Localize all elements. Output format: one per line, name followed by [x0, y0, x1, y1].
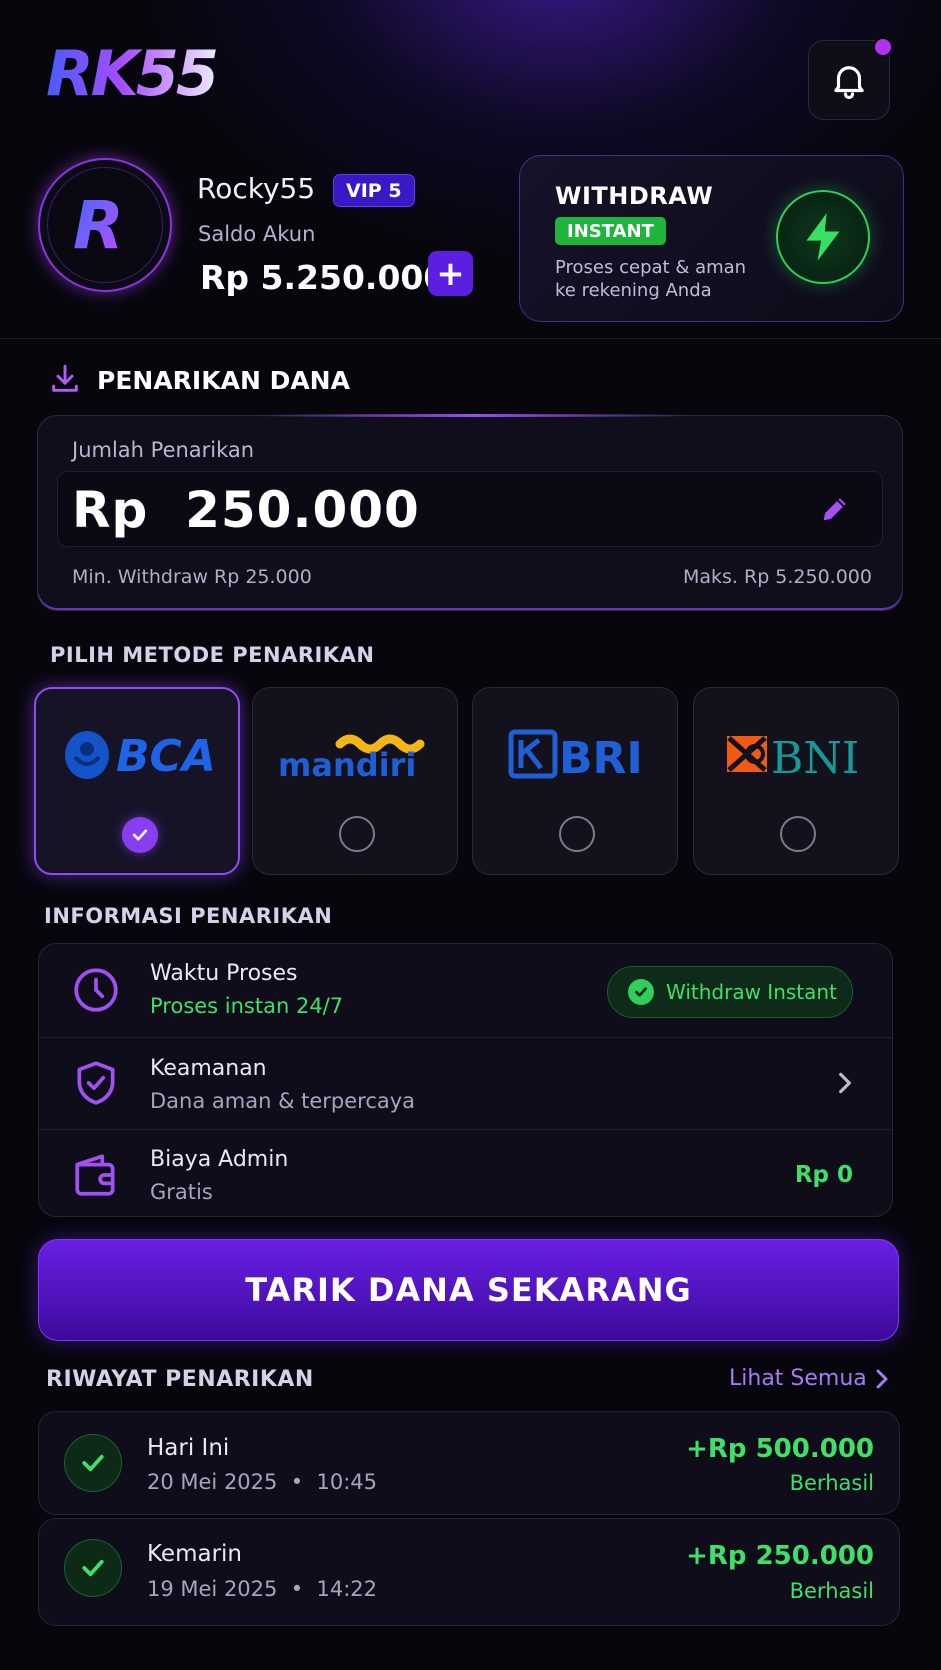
process-time-subtitle: Proses instan 24/7 [150, 994, 344, 1018]
avatar-logo: R [47, 167, 163, 283]
notification-dot [873, 37, 893, 57]
check-circle-icon [628, 979, 654, 1005]
svg-text:BNI: BNI [771, 733, 859, 782]
min-withdraw: Min. Withdraw Rp 25.000 [72, 566, 312, 588]
see-all-link[interactable]: Lihat Semua [729, 1366, 867, 1391]
history-item-status: Berhasil [789, 1579, 874, 1603]
admin-fee-title: Biaya Admin [150, 1147, 289, 1172]
history-item-title: Hari Ini [147, 1435, 230, 1461]
bri-logo: BRI [473, 726, 677, 782]
admin-fee-subtitle: Gratis [150, 1180, 213, 1204]
download-icon [48, 362, 82, 400]
bank-option-mandiri[interactable]: mandiri [252, 687, 458, 875]
bank-option-bni[interactable]: BNI [693, 687, 899, 875]
avatar[interactable]: R [38, 158, 172, 292]
logo-text: RK55 [46, 40, 216, 110]
amount-label: Jumlah Penarikan [72, 438, 255, 462]
history-title: RIWAYAT PENARIKAN [46, 1367, 314, 1392]
chevron-right-icon[interactable] [836, 1070, 854, 1100]
check-icon [64, 1539, 122, 1597]
withdraw-instant-label: Withdraw Instant [666, 980, 837, 1004]
section-title: PENARIKAN DANA [97, 366, 350, 395]
chevron-right-icon[interactable] [874, 1366, 890, 1396]
radio-bni[interactable] [780, 816, 816, 852]
amount-value[interactable]: Rp 250.000 [72, 481, 420, 539]
history-item-date: 19 Mei 2025 • 14:22 [147, 1577, 377, 1601]
security-title[interactable]: Keamanan [150, 1056, 267, 1081]
svg-text:BCA: BCA [116, 731, 212, 782]
instant-badge: INSTANT [555, 217, 666, 245]
balance-label: Saldo Akun [198, 222, 316, 246]
bca-logo: BCA [36, 727, 238, 783]
withdraw-now-button[interactable]: TARIK DANA SEKARANG [38, 1239, 899, 1341]
info-divider [39, 1129, 892, 1130]
header-divider [0, 338, 941, 339]
method-section-title: PILIH METODE PENARIKAN [50, 643, 375, 667]
history-item-amount: +Rp 250.000 [686, 1541, 874, 1571]
edit-icon[interactable] [818, 492, 852, 530]
notification-button[interactable] [808, 37, 893, 120]
bell-icon [834, 66, 864, 100]
bank-option-bri[interactable]: BRI [472, 687, 678, 875]
info-section-title: INFORMASI PENARIKAN [44, 904, 333, 928]
history-item-title: Kemarin [147, 1541, 243, 1567]
rk55-logo: RK55 [42, 37, 282, 110]
mandiri-logo: mandiri [253, 726, 457, 782]
bank-option-bca[interactable]: BCA [34, 687, 240, 875]
add-balance-button[interactable]: + [428, 251, 473, 296]
security-subtitle: Dana aman & terpercaya [150, 1089, 416, 1113]
max-withdraw: Maks. Rp 5.250.000 [682, 566, 872, 588]
withdraw-card-description: Proses cepat & aman ke rekening Anda [555, 257, 747, 301]
radio-selected-bca[interactable] [122, 817, 158, 853]
withdraw-instant-badge: Withdraw Instant [607, 966, 853, 1018]
bni-logo: BNI [694, 726, 898, 782]
history-item-status: Berhasil [789, 1471, 874, 1495]
clock-icon [70, 964, 122, 1016]
info-divider [39, 1037, 892, 1038]
admin-fee-value: Rp 0 [794, 1162, 853, 1188]
username: Rocky55 [197, 172, 316, 205]
withdraw-card-title: WITHDRAW [555, 182, 714, 210]
radio-bri[interactable] [559, 816, 595, 852]
radio-mandiri[interactable] [339, 816, 375, 852]
history-item-date: 20 Mei 2025 • 10:45 [147, 1470, 377, 1494]
wallet-icon [70, 1149, 122, 1201]
svg-text:mandiri: mandiri [278, 746, 416, 782]
balance-value: Rp 5.250.000 [200, 258, 447, 297]
check-icon [64, 1434, 122, 1492]
vip-badge: VIP 5 [333, 174, 415, 207]
history-item[interactable] [38, 1518, 900, 1626]
svg-text:R: R [73, 190, 124, 260]
shield-icon [70, 1057, 122, 1109]
process-time-title: Waktu Proses [150, 961, 298, 986]
lightning-icon [776, 190, 870, 284]
svg-text:BRI: BRI [559, 733, 643, 782]
history-item-amount: +Rp 500.000 [686, 1434, 874, 1464]
